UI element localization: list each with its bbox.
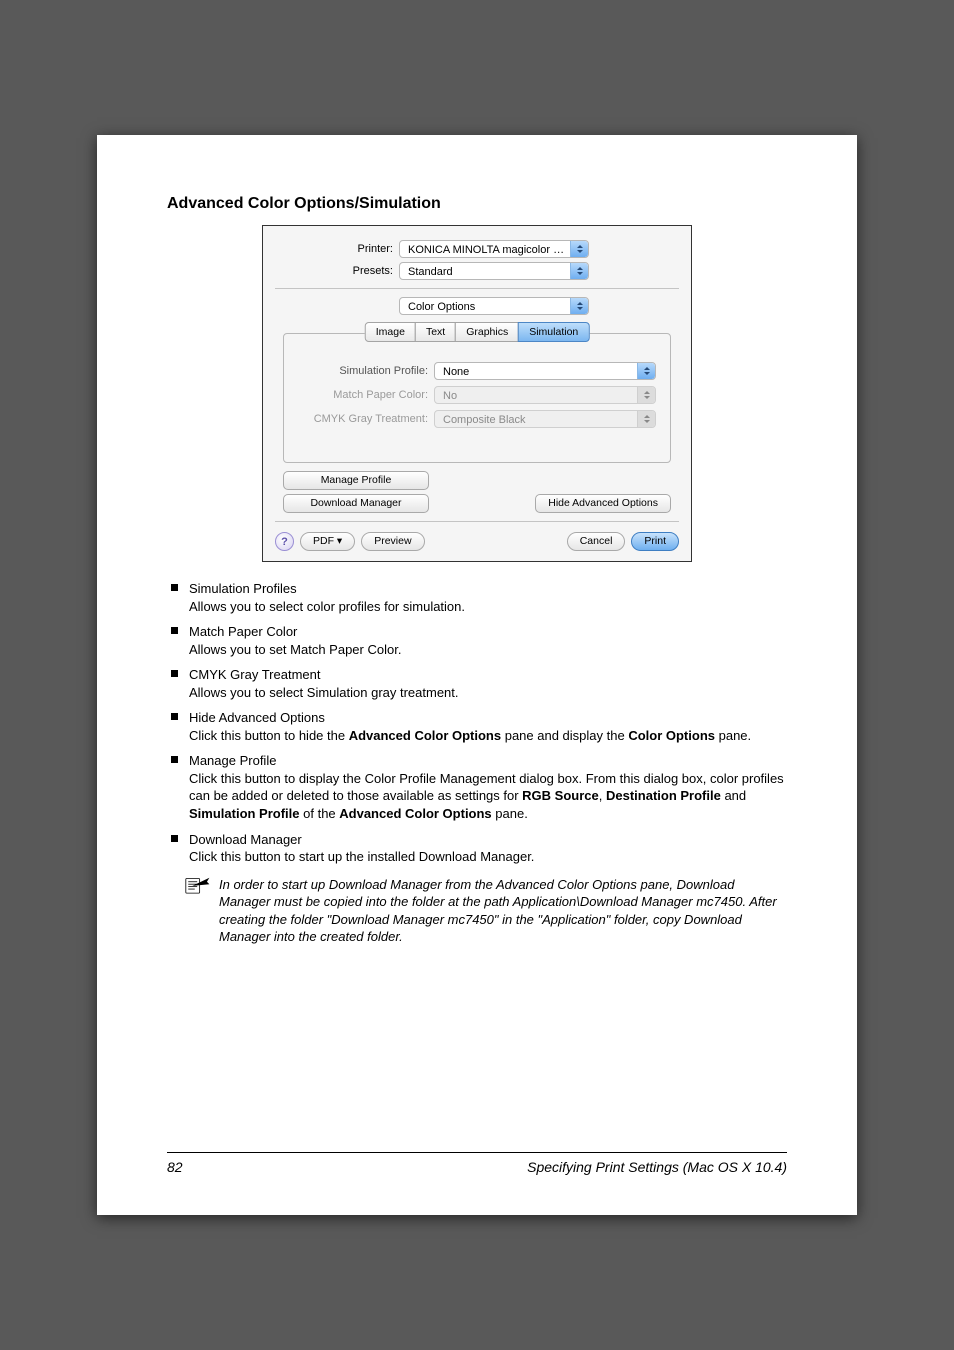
dropdown-arrows-icon: [637, 387, 655, 403]
dropdown-arrows-icon: [637, 363, 655, 379]
feature-bullet-list: Simulation Profiles Allows you to select…: [167, 580, 787, 866]
cancel-button[interactable]: Cancel: [567, 532, 626, 551]
help-icon[interactable]: ?: [275, 532, 294, 551]
note-text: In order to start up Download Manager fr…: [219, 876, 787, 946]
bullet-match-paper-color: Match Paper Color Allows you to set Matc…: [167, 623, 787, 658]
pane-select[interactable]: Color Options: [399, 297, 589, 315]
presets-value: Standard: [408, 266, 453, 278]
tab-image[interactable]: Image: [365, 322, 416, 342]
simulation-profile-value: None: [443, 366, 469, 378]
bullet-title: Download Manager: [189, 832, 302, 847]
tab-graphics[interactable]: Graphics: [455, 322, 519, 342]
note-block: In order to start up Download Manager fr…: [185, 876, 787, 946]
footer-title: Specifying Print Settings (Mac OS X 10.4…: [527, 1159, 787, 1175]
bullet-title: Hide Advanced Options: [189, 710, 325, 725]
presets-label: Presets:: [275, 265, 399, 277]
manage-profile-button[interactable]: Manage Profile: [283, 471, 429, 490]
divider: [275, 521, 679, 522]
bullet-desc: Click this button to hide the Advanced C…: [189, 727, 787, 745]
preview-button[interactable]: Preview: [361, 532, 424, 551]
bullet-manage-profile: Manage Profile Click this button to disp…: [167, 752, 787, 822]
cmyk-gray-value: Composite Black: [443, 414, 526, 426]
printer-select[interactable]: KONICA MINOLTA magicolor …: [399, 240, 589, 258]
dialog-bottom-bar: ? PDF ▾ Preview Cancel Print: [275, 532, 679, 551]
hide-advanced-options-button[interactable]: Hide Advanced Options: [535, 494, 671, 513]
inner-button-group: Manage Profile Download Manager Hide Adv…: [283, 471, 671, 513]
dropdown-arrows-icon: [570, 263, 588, 279]
dropdown-arrows-icon: [637, 411, 655, 427]
presets-select[interactable]: Standard: [399, 262, 589, 280]
page-number: 82: [167, 1159, 183, 1175]
bullet-title: CMYK Gray Treatment: [189, 667, 320, 682]
simulation-profile-label: Simulation Profile:: [298, 365, 434, 377]
bullet-title: Manage Profile: [189, 753, 276, 768]
bullet-cmyk-gray: CMYK Gray Treatment Allows you to select…: [167, 666, 787, 701]
note-icon: [185, 876, 211, 897]
match-paper-color-label: Match Paper Color:: [298, 389, 434, 401]
bullet-title: Match Paper Color: [189, 624, 297, 639]
printer-value: KONICA MINOLTA magicolor …: [408, 244, 564, 256]
bullet-desc: Allows you to set Match Paper Color.: [189, 641, 787, 659]
bullet-desc: Click this button to start up the instal…: [189, 848, 787, 866]
download-manager-button[interactable]: Download Manager: [283, 494, 429, 513]
print-button[interactable]: Print: [631, 532, 679, 551]
pdf-menu-button[interactable]: PDF ▾: [300, 532, 355, 551]
bullet-desc: Allows you to select Simulation gray tre…: [189, 684, 787, 702]
color-options-tabbox: Image Text Graphics Simulation Simulatio…: [283, 333, 671, 463]
tab-text[interactable]: Text: [415, 322, 456, 342]
print-dialog-figure: Printer: KONICA MINOLTA magicolor … Pres…: [262, 225, 692, 562]
bullet-simulation-profiles: Simulation Profiles Allows you to select…: [167, 580, 787, 615]
simulation-profile-select[interactable]: None: [434, 362, 656, 380]
tab-strip: Image Text Graphics Simulation: [365, 322, 590, 342]
page: Advanced Color Options/Simulation Printe…: [97, 135, 857, 1215]
divider: [275, 288, 679, 289]
section-heading: Advanced Color Options/Simulation: [167, 195, 787, 213]
bullet-hide-advanced: Hide Advanced Options Click this button …: [167, 709, 787, 744]
match-paper-color-select: No: [434, 386, 656, 404]
printer-label: Printer:: [275, 243, 399, 255]
page-footer: 82 Specifying Print Settings (Mac OS X 1…: [167, 1152, 787, 1175]
cmyk-gray-label: CMYK Gray Treatment:: [298, 413, 434, 425]
bullet-download-manager: Download Manager Click this button to st…: [167, 831, 787, 866]
bullet-desc: Allows you to select color profiles for …: [189, 598, 787, 616]
bullet-title: Simulation Profiles: [189, 581, 297, 596]
dropdown-arrows-icon: [570, 241, 588, 257]
match-paper-color-value: No: [443, 390, 457, 402]
pane-value: Color Options: [408, 301, 475, 313]
tab-simulation[interactable]: Simulation: [518, 322, 589, 342]
dropdown-arrows-icon: [570, 298, 588, 314]
cmyk-gray-select: Composite Black: [434, 410, 656, 428]
bullet-desc: Click this button to display the Color P…: [189, 770, 787, 823]
